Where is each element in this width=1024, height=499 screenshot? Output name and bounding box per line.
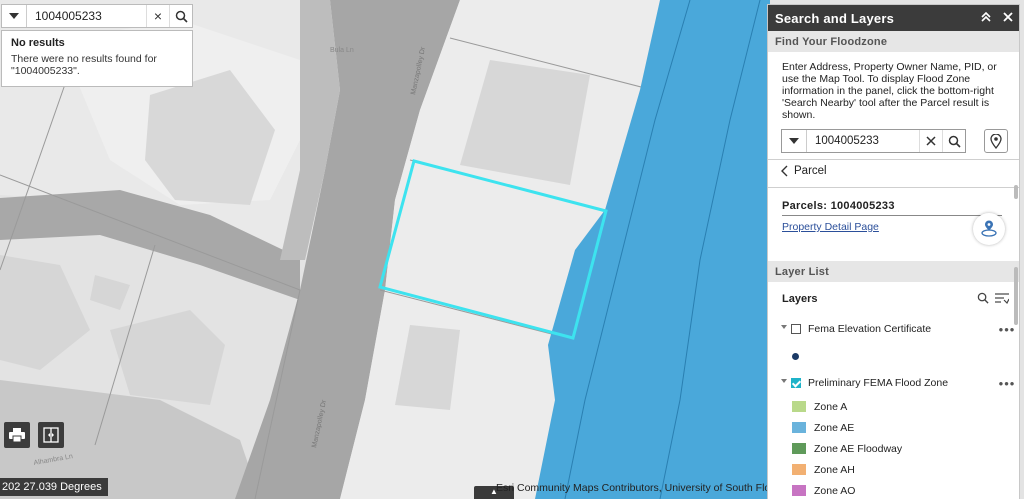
map-tool-button[interactable]: [984, 129, 1008, 153]
legend-item: [768, 342, 1019, 370]
filter-list-icon: [995, 292, 1010, 304]
search-button[interactable]: [942, 130, 965, 152]
legend-item: Zone AO: [768, 480, 1019, 499]
map-pin-icon: [990, 133, 1002, 149]
layer-label: Preliminary FEMA Flood Zone: [808, 377, 949, 389]
no-results-title: No results: [11, 37, 65, 49]
print-icon: [9, 428, 25, 442]
find-floodzone-header: Find Your Floodzone: [768, 31, 1019, 52]
legend-item: Zone AE: [768, 417, 1019, 438]
caret-down-icon: [789, 138, 799, 144]
search-source-dropdown[interactable]: [782, 130, 807, 152]
layer-visibility-checkbox[interactable]: [791, 324, 801, 334]
close-icon: [1003, 11, 1013, 22]
expand-caret-icon[interactable]: [781, 379, 787, 383]
clear-search-button[interactable]: ×: [146, 5, 169, 27]
divider: [782, 215, 1002, 216]
map-attribution: Esri Community Maps Contributors, Univer…: [496, 482, 768, 494]
print-button[interactable]: [4, 422, 30, 448]
legend-item: Zone A: [768, 396, 1019, 417]
layer-list-header: Layer List: [768, 261, 1019, 282]
layer-list: Layer List Layers Fema Elevation Certifi…: [768, 261, 1019, 499]
legend-swatch: [792, 485, 806, 496]
no-results-popup: No results There were no results found f…: [1, 30, 193, 87]
coordinate-readout: 202 27.039 Degrees: [0, 478, 108, 496]
panel-title: Search and Layers: [775, 10, 895, 26]
search-and-layers-panel: Search and Layers Find Your Floodzone En…: [767, 4, 1020, 499]
swipe-icon: [43, 427, 59, 443]
layers-toolbar: Layers: [768, 282, 1019, 316]
layer-visibility-checkbox[interactable]: [791, 378, 801, 388]
divider: [768, 187, 1019, 188]
double-chevron-up-icon: [981, 11, 991, 22]
search-icon: [175, 10, 188, 23]
more-options-icon[interactable]: •••: [993, 376, 1019, 391]
parcel-back-button[interactable]: Parcel: [781, 165, 827, 177]
legend-swatch: [792, 422, 806, 433]
swipe-tool-button[interactable]: [38, 422, 64, 448]
parcel-search-input[interactable]: 1004005233: [807, 135, 919, 147]
street-label: Bula Ln: [330, 47, 354, 54]
search-source-dropdown[interactable]: [2, 5, 27, 27]
parcel-back-label: Parcel: [794, 165, 827, 177]
layers-title: Layers: [782, 293, 818, 305]
point-symbol-icon: [792, 352, 799, 360]
parcel-search-box: 1004005233: [781, 129, 966, 153]
legend-label: Zone AE: [814, 421, 855, 434]
clear-search-button[interactable]: [919, 130, 942, 152]
layer-item-fema-flood-zone[interactable]: Preliminary FEMA Flood Zone •••: [768, 370, 1019, 396]
search-instructions: Enter Address, Property Owner Name, PID,…: [782, 61, 997, 121]
chevron-left-icon: [781, 165, 788, 177]
legend-label: Zone AH: [814, 463, 855, 476]
legend-label: Zone AE Floodway: [814, 442, 903, 455]
divider: [768, 159, 1019, 160]
scrollbar[interactable]: [1014, 185, 1018, 199]
map-search-input[interactable]: 1004005233: [27, 9, 146, 23]
legend-label: Zone AO: [814, 484, 856, 497]
legend-swatch: [792, 401, 806, 412]
collapse-button[interactable]: [975, 11, 997, 25]
search-icon: [948, 135, 961, 148]
search-nearby-icon: [981, 220, 997, 237]
legend-swatch: [792, 443, 806, 454]
legend-label: Zone A: [814, 400, 848, 413]
legend-item: Zone AH: [768, 459, 1019, 480]
parcel-id: Parcels: 1004005233: [782, 200, 895, 212]
close-icon: [926, 136, 936, 146]
layer-label: Fema Elevation Certificate: [808, 323, 932, 335]
scrollbar[interactable]: [1014, 267, 1018, 325]
search-nearby-button[interactable]: [973, 213, 1005, 245]
no-results-message: There were no results found for "1004005…: [11, 53, 157, 77]
close-panel-button[interactable]: [997, 11, 1019, 25]
legend-list: Zone A Zone AE Zone AE Floodway Zone AH Zone…: [768, 396, 1019, 499]
expand-caret-icon[interactable]: [781, 325, 787, 329]
map-search-box: 1004005233 ×: [1, 4, 193, 28]
layer-item-elevation-certificate[interactable]: Fema Elevation Certificate •••: [768, 316, 1019, 342]
legend-item: Zone AE Floodway: [768, 438, 1019, 459]
layer-search-button[interactable]: [977, 292, 995, 307]
property-detail-link[interactable]: Property Detail Page: [782, 221, 879, 233]
search-icon: [977, 292, 989, 304]
close-icon: ×: [153, 8, 163, 24]
caret-down-icon: [9, 13, 19, 19]
panel-header: Search and Layers: [768, 5, 1019, 31]
search-button[interactable]: [169, 5, 192, 27]
legend-swatch: [792, 464, 806, 475]
